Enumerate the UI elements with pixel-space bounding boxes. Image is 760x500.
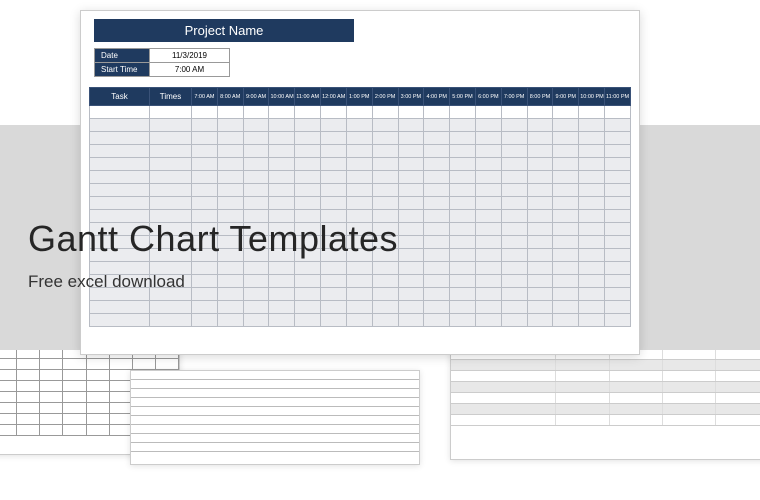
gantt-row (90, 132, 631, 145)
gantt-row (90, 197, 631, 210)
bg-template-sheet-mid (130, 370, 420, 465)
time-slot: 11:00 AM (295, 88, 321, 106)
time-slot: 9:00 PM (553, 88, 579, 106)
time-slot: 10:00 PM (579, 88, 605, 106)
date-value: 11/3/2019 (150, 49, 230, 63)
time-slot: 11:00 PM (605, 88, 631, 106)
gantt-row (90, 184, 631, 197)
time-slot: 5:00 PM (450, 88, 476, 106)
task-header: Task (90, 88, 150, 106)
time-slot: 9:00 AM (243, 88, 269, 106)
time-slot: 12:00 AM (321, 88, 347, 106)
gantt-row (90, 171, 631, 184)
time-slot: 7:00 AM (192, 88, 218, 106)
project-title: Project Name (94, 19, 354, 42)
date-label: Date (95, 49, 150, 63)
start-time-label: Start Time (95, 63, 150, 77)
gantt-row (90, 106, 631, 119)
time-slot: 8:00 PM (527, 88, 553, 106)
page-title: Gantt Chart Templates (28, 218, 398, 260)
gantt-row (90, 301, 631, 314)
gantt-row (90, 158, 631, 171)
time-slot: 6:00 PM (475, 88, 501, 106)
time-slot: 4:00 PM (424, 88, 450, 106)
start-time-value: 7:00 AM (150, 63, 230, 77)
time-slot: 3:00 PM (398, 88, 424, 106)
times-header: Times (150, 88, 192, 106)
gantt-row (90, 314, 631, 327)
overlay-text-block: Gantt Chart Templates Free excel downloa… (28, 218, 398, 292)
page-subtitle: Free excel download (28, 272, 398, 292)
time-slot: 8:00 AM (217, 88, 243, 106)
time-slot: 10:00 AM (269, 88, 295, 106)
main-gantt-template: Project Name Date 11/3/2019 Start Time 7… (80, 10, 640, 355)
time-slot: 7:00 PM (501, 88, 527, 106)
time-slot: 1:00 PM (346, 88, 372, 106)
project-info-table: Date 11/3/2019 Start Time 7:00 AM (94, 48, 230, 77)
gantt-row (90, 119, 631, 132)
gantt-row (90, 145, 631, 158)
time-slot: 2:00 PM (372, 88, 398, 106)
